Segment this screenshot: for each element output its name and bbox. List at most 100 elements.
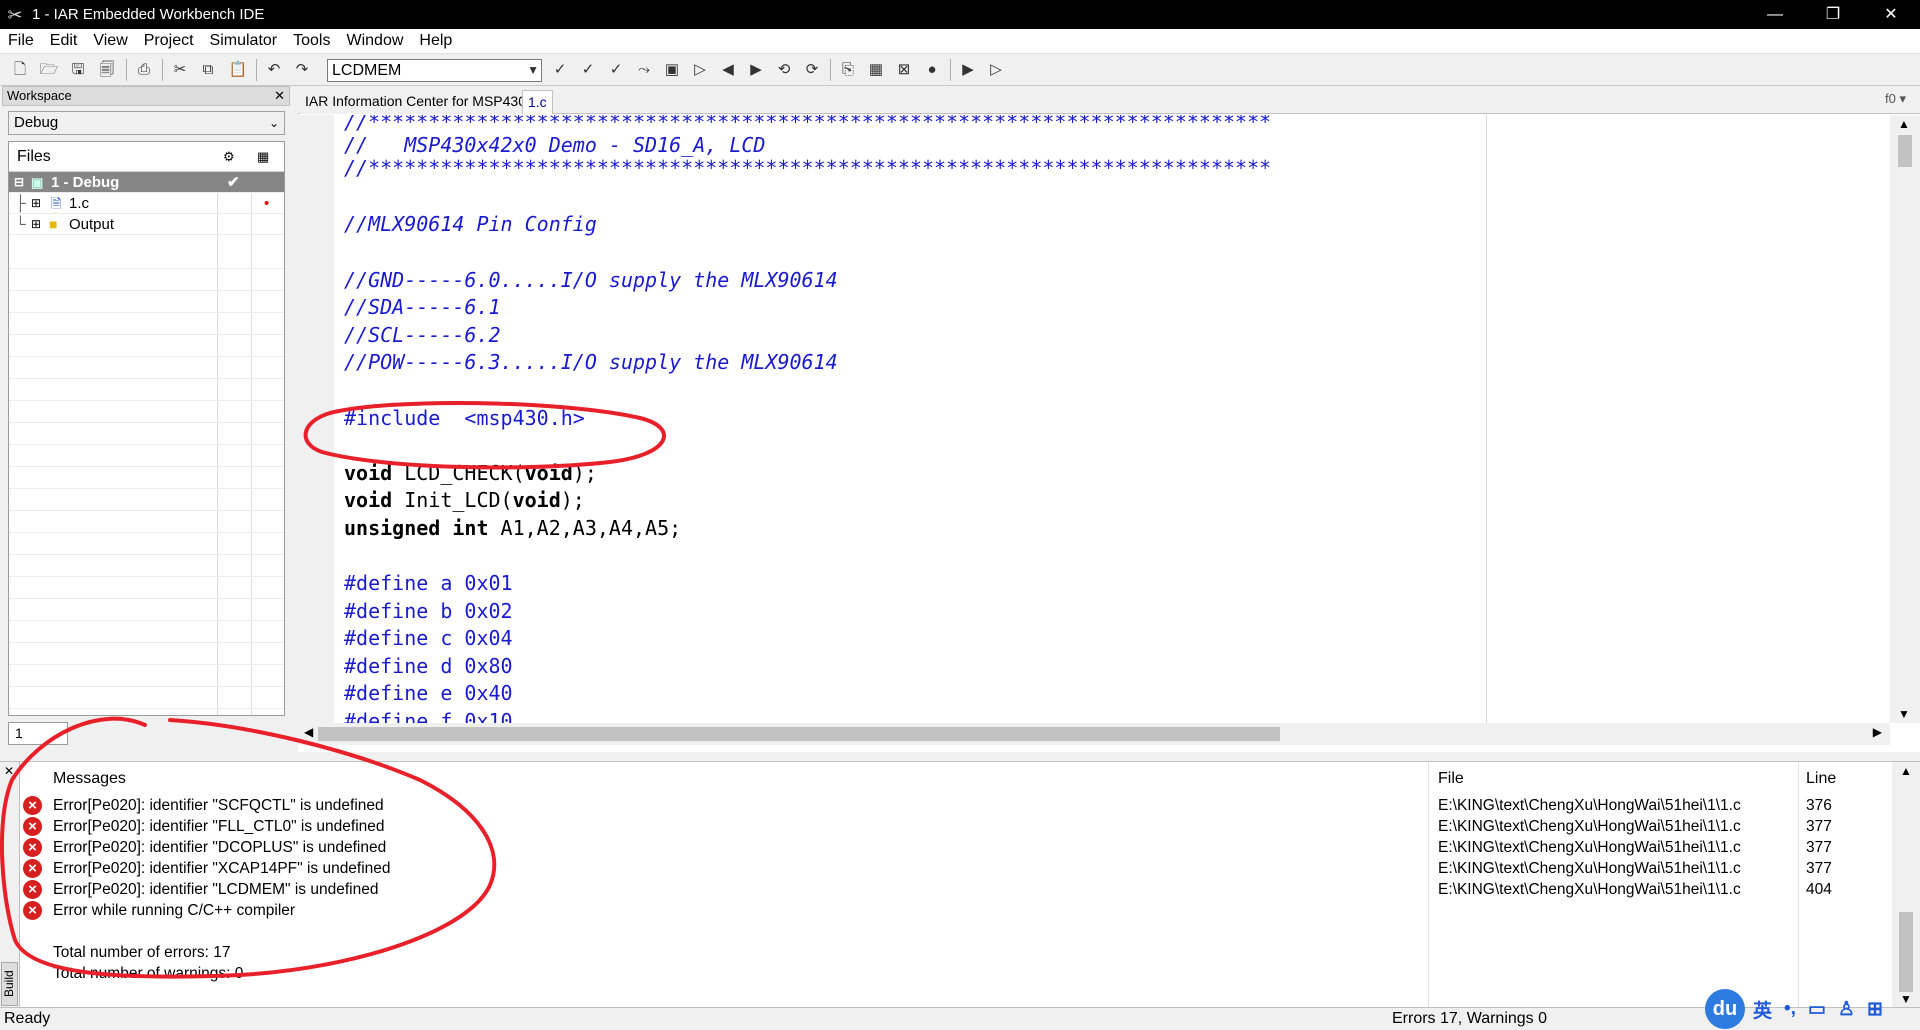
- editor-tabs: IAR Information Center for MSP430 1.c f0…: [298, 86, 1920, 114]
- ime-skin-icon[interactable]: ▭: [1808, 998, 1826, 1021]
- find-combo[interactable]: LCDMEM ▼: [327, 59, 542, 82]
- messages-vertical-scrollbar[interactable]: ▲ ▼: [1892, 762, 1920, 1008]
- scroll-thumb[interactable]: [1899, 912, 1913, 992]
- code-text: Init_LCD(: [392, 488, 513, 512]
- scroll-down-icon[interactable]: ▼: [1898, 707, 1910, 721]
- error-icon: ×: [23, 817, 42, 836]
- find-prev-icon[interactable]: ✓: [576, 59, 600, 81]
- navigate-back-icon[interactable]: ⟲: [772, 59, 796, 81]
- message-row[interactable]: × Error[Pe020]: identifier "LCDMEM" is u…: [20, 879, 1870, 900]
- baidu-ime-logo[interactable]: du: [1705, 989, 1745, 1029]
- menu-file[interactable]: File: [0, 32, 42, 50]
- code-area[interactable]: //**************************************…: [338, 115, 1887, 723]
- scroll-thumb[interactable]: [1898, 135, 1912, 167]
- breakpoint-icon[interactable]: ●: [920, 59, 944, 81]
- find-next-icon[interactable]: ✓: [548, 59, 572, 81]
- prev-bookmark-icon[interactable]: ◀: [716, 59, 740, 81]
- toggle-bookmark-icon[interactable]: ▷: [688, 59, 712, 81]
- ime-language-toggle[interactable]: 英: [1753, 996, 1772, 1023]
- new-file-icon[interactable]: 🗋: [8, 59, 32, 81]
- total-warnings-text: Total number of warnings: 0: [53, 965, 244, 982]
- editor-gutter[interactable]: [298, 115, 334, 723]
- chevron-down-icon[interactable]: ▼: [527, 60, 539, 81]
- build-tab[interactable]: Build: [1, 962, 18, 1006]
- tab-info-center[interactable]: IAR Information Center for MSP430: [300, 90, 531, 114]
- open-folder-icon[interactable]: 🗁: [37, 59, 61, 81]
- redo-icon[interactable]: ↷: [290, 59, 314, 81]
- configuration-value: Debug: [14, 114, 59, 131]
- debug-without-download-icon[interactable]: ▷: [984, 59, 1008, 81]
- tree-row-output[interactable]: └ ⊞ ■ Output: [9, 214, 284, 235]
- message-row[interactable]: × Error[Pe020]: identifier "SCFQCTL" is …: [20, 795, 1870, 816]
- minimize-button[interactable]: —: [1746, 0, 1804, 29]
- cut-icon[interactable]: ✂: [168, 59, 192, 81]
- build-messages-panel: ✕ Build Messages File Line × Error[Pe020…: [0, 761, 1920, 1008]
- editor-horizontal-scrollbar[interactable]: ◀ ▶: [298, 723, 1890, 745]
- copy-icon[interactable]: ⧉: [196, 59, 220, 81]
- editor-vertical-scrollbar[interactable]: ▲ ▼: [1890, 115, 1920, 723]
- columns-icon[interactable]: ▦: [257, 142, 269, 172]
- workspace-title: Workspace: [7, 88, 72, 103]
- scroll-up-icon[interactable]: ▲: [1900, 764, 1912, 778]
- code-line-include: #include <msp430.h>: [344, 406, 585, 430]
- menu-project[interactable]: Project: [136, 32, 202, 50]
- message-row[interactable]: × Error while running C/C++ compiler: [20, 900, 1870, 921]
- tree-row-project[interactable]: ⊟ ▣ 1 - Debug ✔: [9, 172, 284, 193]
- replace-icon[interactable]: ⤳: [632, 59, 656, 81]
- ime-user-icon[interactable]: ♙: [1838, 998, 1855, 1021]
- menu-edit[interactable]: Edit: [42, 32, 86, 50]
- toolbar-separator: [830, 59, 831, 81]
- restore-button[interactable]: ❐: [1804, 0, 1862, 29]
- workspace-tab[interactable]: 1: [8, 722, 68, 745]
- file-column-header[interactable]: File: [1438, 770, 1464, 788]
- ime-menu-grid-icon[interactable]: ⊞: [1867, 998, 1883, 1021]
- undo-icon[interactable]: ↶: [262, 59, 286, 81]
- compile-icon[interactable]: ⎘: [836, 59, 860, 81]
- ime-punctuation-icon[interactable]: •,: [1784, 998, 1796, 1020]
- message-row[interactable]: × Error[Pe020]: identifier "XCAP14PF" is…: [20, 858, 1870, 879]
- download-debug-icon[interactable]: ▶: [956, 59, 980, 81]
- menu-help[interactable]: Help: [411, 32, 460, 50]
- options-icon[interactable]: ⚙: [223, 142, 235, 172]
- build-panel-side: ✕ Build: [0, 762, 20, 1008]
- menu-view[interactable]: View: [85, 32, 135, 50]
- menu-tools[interactable]: Tools: [285, 32, 338, 50]
- chevron-down-icon[interactable]: ⌄: [269, 112, 279, 134]
- menu-window[interactable]: Window: [338, 32, 411, 50]
- tree-row-file[interactable]: ├ ⊞ 🗎 1.c •: [9, 193, 284, 214]
- configuration-select[interactable]: Debug ⌄: [8, 111, 285, 135]
- close-icon[interactable]: ✕: [274, 87, 285, 105]
- code-line: //SDA-----6.1: [344, 295, 501, 319]
- tab-1-c[interactable]: 1.c: [522, 90, 553, 114]
- paste-icon[interactable]: 📋: [226, 59, 250, 81]
- collapse-icon[interactable]: ⊟: [14, 172, 24, 193]
- make-icon[interactable]: ▦: [864, 59, 888, 81]
- navigate-forward-icon[interactable]: ⟳: [800, 59, 824, 81]
- close-button[interactable]: ✕: [1862, 0, 1920, 29]
- scroll-up-icon[interactable]: ▲: [1898, 117, 1910, 131]
- message-row[interactable]: × Error[Pe020]: identifier "DCOPLUS" is …: [20, 837, 1870, 858]
- scroll-right-icon[interactable]: ▶: [1873, 725, 1882, 739]
- expand-icon[interactable]: ⊞: [31, 193, 41, 214]
- line-column-header[interactable]: Line: [1806, 770, 1836, 788]
- expand-icon[interactable]: ⊞: [31, 214, 41, 235]
- message-row[interactable]: × Error[Pe020]: identifier "FLL_CTL0" is…: [20, 816, 1870, 837]
- print-icon[interactable]: ⎙: [132, 59, 156, 81]
- toolbar-separator: [126, 59, 127, 81]
- scroll-left-icon[interactable]: ◀: [304, 725, 313, 739]
- menu-simulator[interactable]: Simulator: [202, 32, 286, 50]
- next-bookmark-icon[interactable]: ▶: [744, 59, 768, 81]
- save-icon[interactable]: 🖫: [66, 59, 90, 81]
- tree-label-project: 1 - Debug: [51, 174, 120, 191]
- error-icon: ×: [23, 838, 42, 857]
- stop-build-icon[interactable]: ⊠: [892, 59, 916, 81]
- function-navigator[interactable]: f0 ▾: [1885, 91, 1906, 107]
- goto-icon[interactable]: ▣: [660, 59, 684, 81]
- scroll-thumb[interactable]: [318, 727, 1280, 741]
- message-file: E:\KING\text\ChengXu\HongWai\51hei\1\1.c: [1438, 818, 1741, 835]
- code-line: #define e 0x40: [344, 681, 513, 705]
- messages-column-header[interactable]: Messages: [53, 770, 126, 788]
- close-icon[interactable]: ✕: [4, 764, 14, 778]
- find-icon[interactable]: ✓: [604, 59, 628, 81]
- save-all-icon[interactable]: 🗐: [95, 59, 119, 81]
